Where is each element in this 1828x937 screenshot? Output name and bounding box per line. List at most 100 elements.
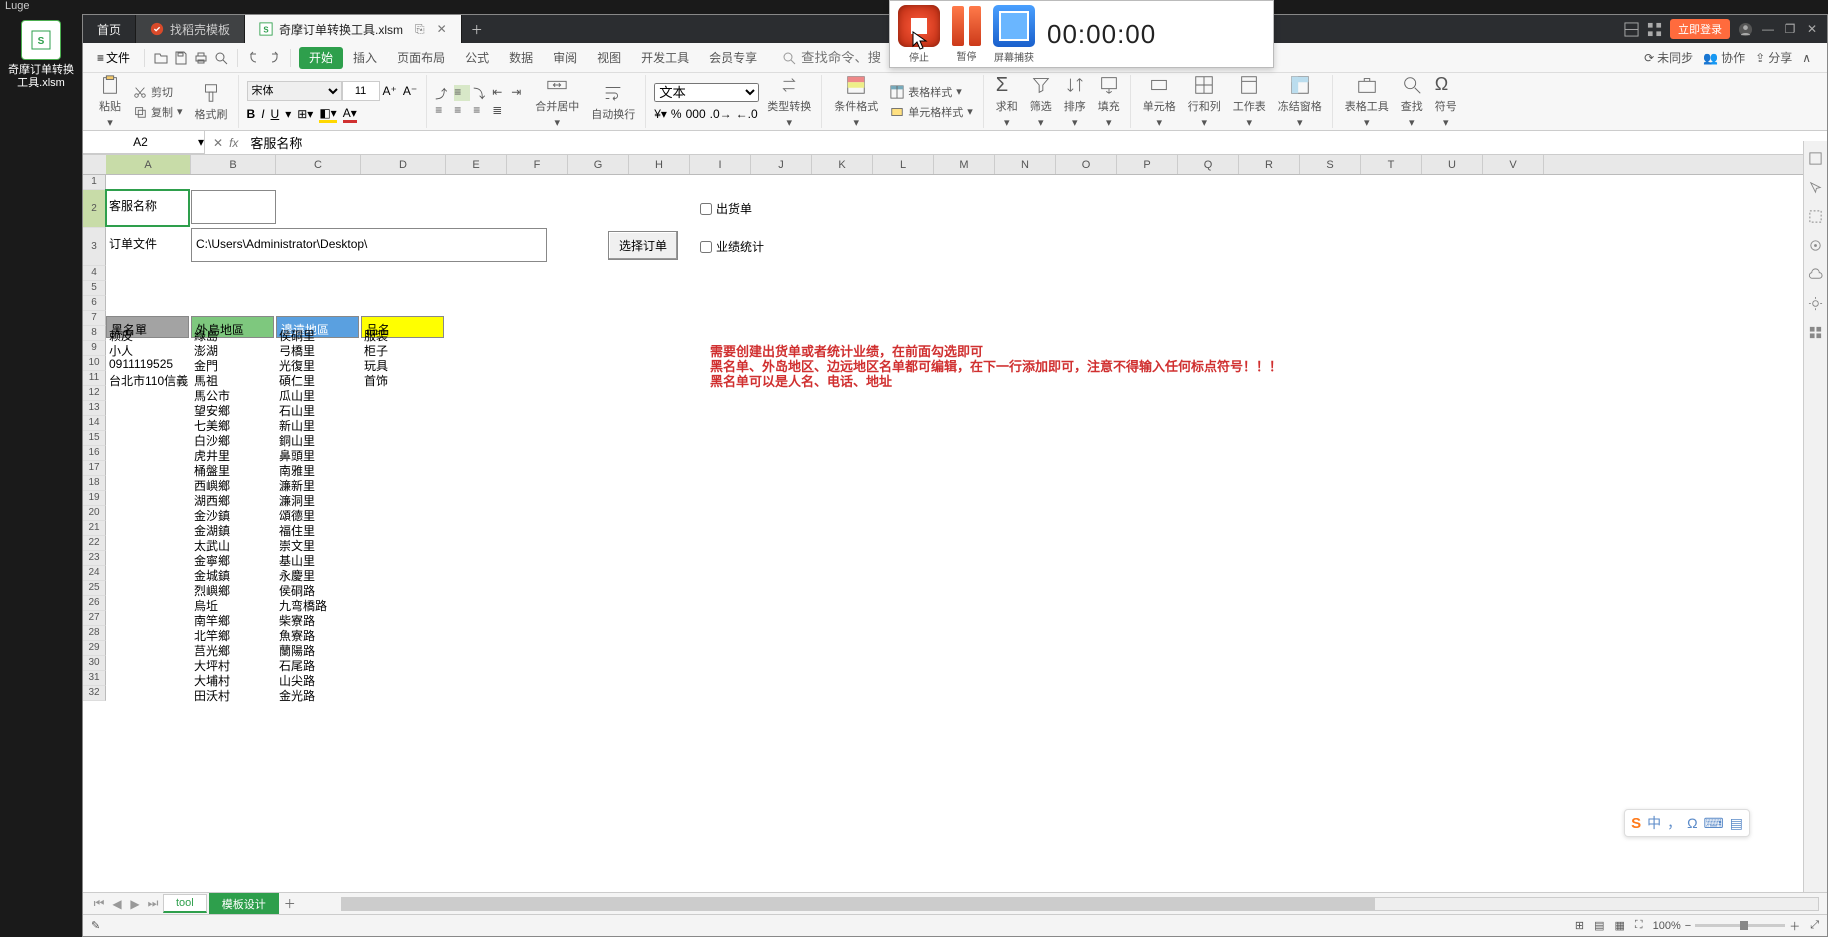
col-header-G[interactable]: G <box>568 155 629 174</box>
row-header-13[interactable]: 13 <box>83 401 106 416</box>
sum-button[interactable]: Σ求和▾ <box>992 72 1022 131</box>
zoom-slider[interactable] <box>1695 924 1785 927</box>
col-header-B[interactable]: B <box>191 155 276 174</box>
col-header-M[interactable]: M <box>934 155 995 174</box>
sidepanel-cursor-icon[interactable] <box>1808 180 1823 195</box>
font-size-input[interactable] <box>342 81 380 101</box>
performance-checkbox-checkbox[interactable] <box>700 241 712 253</box>
fill-color-button[interactable]: ◧▾ <box>319 106 336 123</box>
row-header-24[interactable]: 24 <box>83 566 106 581</box>
col-header-S[interactable]: S <box>1300 155 1361 174</box>
row-header-19[interactable]: 19 <box>83 491 106 506</box>
tab-template-store[interactable]: 找稻売模板 <box>136 15 245 43</box>
row-header-11[interactable]: 11 <box>83 371 106 386</box>
sheet-nav-next[interactable]: ▶ <box>127 897 143 911</box>
sheet-nav-prev[interactable]: ◀ <box>109 897 125 911</box>
col-header-U[interactable]: U <box>1422 155 1483 174</box>
ime-symbol-button[interactable]: Ω <box>1687 815 1697 831</box>
row-header-20[interactable]: 20 <box>83 506 106 521</box>
login-button[interactable]: 立即登录 <box>1670 19 1730 39</box>
sidepanel-style-icon[interactable] <box>1808 151 1823 166</box>
desktop-file-icon[interactable]: S 奇摩订单转换工具.xlsm <box>5 20 77 90</box>
align-justify-icon[interactable]: ≣ <box>492 103 508 119</box>
find-button[interactable]: 查找▾ <box>1397 72 1427 131</box>
col-header-Q[interactable]: Q <box>1178 155 1239 174</box>
italic-button[interactable]: I <box>261 107 264 121</box>
ime-toolbar[interactable]: S 中 ， Ω ⌨ ▤ <box>1624 809 1750 837</box>
recorder-pause-button[interactable]: 暂停 <box>952 6 981 63</box>
shipment-checkbox[interactable]: 出货单 <box>700 200 752 217</box>
align-left-icon[interactable]: ≡ <box>435 103 451 119</box>
column-headers[interactable]: ABCDEFGHIJKLMNOPQRSTUV <box>106 155 1827 175</box>
col-header-O[interactable]: O <box>1056 155 1117 174</box>
align-right-icon[interactable]: ≡ <box>473 103 489 119</box>
filter-button[interactable]: 筛选▾ <box>1026 72 1056 131</box>
freeze-panes-button[interactable]: 冻结窗格▾ <box>1274 72 1326 131</box>
recorder-capture-button[interactable]: 屏幕捕获 <box>993 5 1035 64</box>
col-header-E[interactable]: E <box>446 155 507 174</box>
zoom-out-icon[interactable]: − <box>1685 920 1691 932</box>
table-style-button[interactable]: 表格样式▾ <box>886 83 977 101</box>
cut-button[interactable]: 剪切 <box>129 83 187 101</box>
apps-icon[interactable] <box>1647 22 1662 37</box>
fill-button[interactable]: 填充▾ <box>1094 72 1124 131</box>
order-file-path-input[interactable]: C:\Users\Administrator\Desktop\ <box>191 228 547 262</box>
ribbon-tab-6[interactable]: 视图 <box>587 47 631 69</box>
save-pin-icon[interactable]: ⎘ <box>415 22 425 37</box>
fullscreen-toggle-icon[interactable]: ⤢ <box>1810 919 1819 932</box>
tab-document-active[interactable]: S 奇摩订单转换工具.xlsm ⎘ ✕ <box>245 15 462 43</box>
font-color-button[interactable]: A▾ <box>343 106 357 123</box>
zoom-in-icon[interactable]: ＋ <box>1789 918 1800 934</box>
col-header-J[interactable]: J <box>751 155 812 174</box>
col-header-C[interactable]: C <box>276 155 361 174</box>
row-header-3[interactable]: 3 <box>83 228 106 266</box>
tab-add-button[interactable]: ＋ <box>462 15 492 43</box>
sidepanel-more-icon[interactable] <box>1808 325 1823 340</box>
avatar-icon[interactable] <box>1738 22 1753 37</box>
increase-font-icon[interactable]: A⁺ <box>380 84 400 98</box>
align-mid-icon[interactable]: ≡ <box>454 85 470 101</box>
align-center-icon[interactable]: ≡ <box>454 103 470 119</box>
col-header-H[interactable]: H <box>629 155 690 174</box>
row-header-29[interactable]: 29 <box>83 641 106 656</box>
ribbon-tab-7[interactable]: 开发工具 <box>631 47 699 69</box>
rowcol-button[interactable]: 行和列▾ <box>1184 72 1225 131</box>
restore-button[interactable]: ❐ <box>1783 22 1797 36</box>
view-page-icon[interactable]: ▤ <box>1594 919 1604 932</box>
ribbon-tab-0[interactable]: 开始 <box>299 47 343 69</box>
collab-button[interactable]: 👥 协作 <box>1703 49 1745 66</box>
select-order-button[interactable]: 选择订单 <box>608 231 678 260</box>
number-format-select[interactable]: 文本 <box>654 83 759 102</box>
paste-button[interactable]: 粘贴▾ <box>95 72 125 131</box>
sheet-add-button[interactable]: ＋ <box>281 895 299 912</box>
customer-name-input[interactable] <box>191 190 276 224</box>
conditional-format-button[interactable]: 条件格式▾ <box>830 72 882 131</box>
row-header-4[interactable]: 4 <box>83 266 106 281</box>
fx-icon[interactable]: fx <box>229 136 238 150</box>
shipment-checkbox-checkbox[interactable] <box>700 203 712 215</box>
ribbon-tab-8[interactable]: 会员专享 <box>699 47 767 69</box>
sheet-tab-template[interactable]: 模板设计 <box>209 893 279 914</box>
row-header-32[interactable]: 32 <box>83 686 106 701</box>
col-header-T[interactable]: T <box>1361 155 1422 174</box>
sidepanel-select-icon[interactable] <box>1808 209 1823 224</box>
type-convert-button[interactable]: 类型转换▾ <box>763 72 815 131</box>
symbol-button[interactable]: Ω符号▾ <box>1431 72 1461 131</box>
underline-button[interactable]: U <box>271 107 280 121</box>
col-header-N[interactable]: N <box>995 155 1056 174</box>
select-all-corner[interactable] <box>83 155 106 175</box>
row-header-7[interactable]: 7 <box>83 311 106 326</box>
sheet-nav-last[interactable]: ⏭ <box>145 896 161 911</box>
col-header-K[interactable]: K <box>812 155 873 174</box>
ime-punct-toggle[interactable]: ， <box>1667 813 1681 833</box>
ime-keyboard-icon[interactable]: ⌨ <box>1704 815 1724 832</box>
percent-icon[interactable]: % <box>671 107 682 121</box>
horizontal-scrollbar[interactable] <box>341 897 1819 911</box>
col-header-P[interactable]: P <box>1117 155 1178 174</box>
menu-button[interactable]: ≡ 文件 <box>91 46 136 69</box>
row-header-31[interactable]: 31 <box>83 671 106 686</box>
ime-lang-toggle[interactable]: 中 <box>1647 813 1661 833</box>
view-normal-icon[interactable]: ⊞ <box>1575 919 1584 932</box>
worksheet-button[interactable]: 工作表▾ <box>1229 72 1270 131</box>
qat-redo-icon[interactable] <box>266 50 282 66</box>
